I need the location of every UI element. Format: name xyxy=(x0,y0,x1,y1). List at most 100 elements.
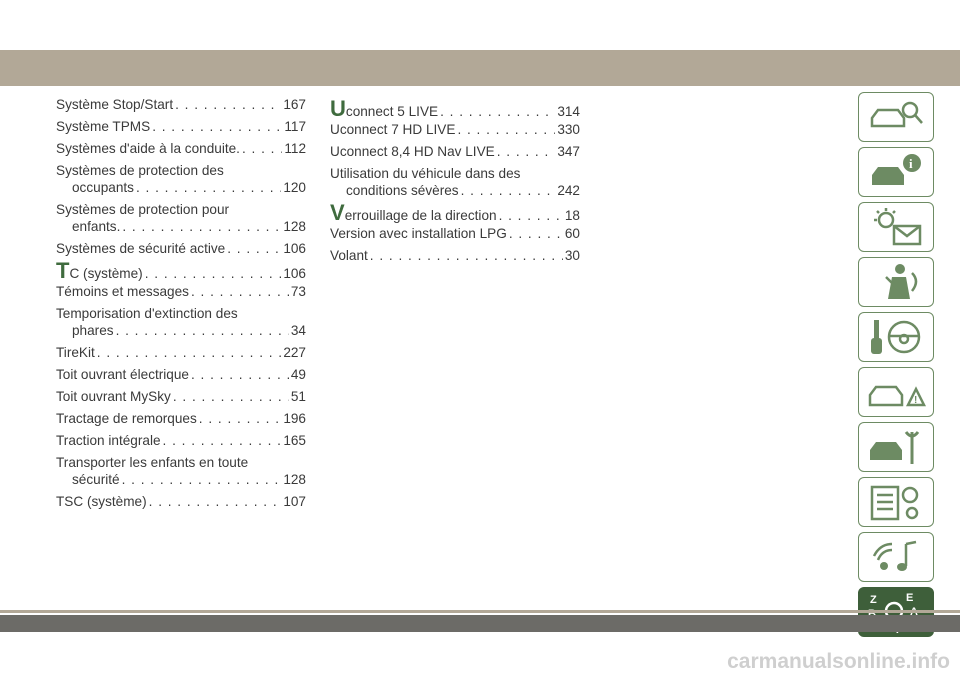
page-number: 117 xyxy=(284,119,306,134)
entry-text: Systèmes de sécurité active xyxy=(56,241,226,256)
entry-text: sécurité xyxy=(72,472,120,487)
page-number: 347 xyxy=(557,144,580,159)
tab-emergency[interactable]: ! xyxy=(858,367,934,417)
page-number: 18 xyxy=(564,208,580,223)
entry-title: Systèmes d'aide à la conduite. xyxy=(56,140,240,157)
index-entry: Traction intégrale 165 xyxy=(56,432,306,449)
dot-leader xyxy=(191,283,289,300)
entry-title-line: Systèmes de protection pour xyxy=(56,202,230,217)
footer-rule xyxy=(0,610,960,613)
entry-text: Toit ouvrant MySky xyxy=(56,389,171,404)
dot-leader xyxy=(191,366,289,383)
index-entry: Verrouillage de la direction 18 xyxy=(330,202,580,224)
entry-title: Toit ouvrant électrique xyxy=(56,366,189,383)
page-number: 165 xyxy=(283,433,306,448)
tab-technical-specifications[interactable] xyxy=(858,477,934,527)
entry-title: Systèmes de sécurité active xyxy=(56,240,225,257)
warning-light-message-icon xyxy=(874,208,922,246)
index-entry: Uconnect 7 HD LIVE 330 xyxy=(330,121,580,138)
index-entry: Systèmes de sécurité active 106 xyxy=(56,240,306,257)
entry-text: occupants xyxy=(72,180,134,195)
entry-continuation: phares 34 xyxy=(56,322,306,339)
page-number: 34 xyxy=(290,323,306,338)
page-number: 314 xyxy=(557,104,580,119)
entry-title-line: Systèmes de protection des xyxy=(56,163,224,178)
entry-text: TireKit xyxy=(56,345,95,360)
entry-title: Volant xyxy=(330,247,368,264)
dot-leader xyxy=(173,388,289,405)
index-entry: Toit ouvrant MySky 51 xyxy=(56,388,306,405)
page-number: 106 xyxy=(283,266,306,281)
svg-text:!: ! xyxy=(914,395,917,406)
entry-text: Systèmes d'aide à la conduite. xyxy=(56,141,240,156)
dot-leader xyxy=(116,322,289,339)
tab-warning-lights[interactable] xyxy=(858,202,934,252)
car-maintenance-icon xyxy=(870,431,920,464)
header-band xyxy=(0,50,960,86)
entry-text: conditions sévères xyxy=(346,183,459,198)
entry-text: Uconnect 7 HD LIVE xyxy=(330,122,456,137)
driver-airbag-icon xyxy=(885,264,918,299)
entry-text: enfants. xyxy=(72,219,121,234)
section-letter: V xyxy=(330,200,345,225)
dot-leader xyxy=(242,140,282,157)
footer-band xyxy=(0,615,960,632)
tab-servicing-maintenance[interactable] xyxy=(858,422,934,472)
tab-starting-driving[interactable] xyxy=(858,312,934,362)
index-entry: Temporisation d'extinction des phares 34 xyxy=(56,305,306,339)
entry-text: errouillage de la direction xyxy=(344,208,497,223)
tab-dashboard-info[interactable]: i xyxy=(858,147,934,197)
page-number: 60 xyxy=(564,226,580,241)
watermark: carmanualsonline.info xyxy=(727,650,950,673)
dot-leader xyxy=(122,471,282,488)
dot-leader xyxy=(136,179,281,196)
dot-leader xyxy=(457,121,555,138)
index-entry: Uconnect 8,4 HD Nav LIVE 347 xyxy=(330,143,580,160)
index-entry: TireKit 227 xyxy=(56,344,306,361)
specifications-icon xyxy=(870,485,919,521)
dot-leader xyxy=(499,207,563,224)
section-letter: U xyxy=(330,96,346,121)
entry-continuation: conditions sévères 242 xyxy=(330,182,580,199)
entry-text: Version avec installation LPG xyxy=(330,226,507,241)
entry-title: Système TPMS xyxy=(56,118,150,135)
entry-text: Toit ouvrant électrique xyxy=(56,367,189,382)
dot-leader xyxy=(149,493,282,510)
entry-text: Système TPMS xyxy=(56,119,151,134)
entry-title: Version avec installation LPG xyxy=(330,225,507,242)
page-number: 120 xyxy=(283,180,306,195)
entry-title: Verrouillage de la direction xyxy=(330,202,497,224)
dot-leader xyxy=(440,103,555,120)
entry-title: Tractage de remorques xyxy=(56,410,197,427)
index-entry: TC (système) 106 xyxy=(56,260,306,282)
page-number: 30 xyxy=(564,248,580,263)
tab-safety[interactable] xyxy=(858,257,934,307)
dot-leader xyxy=(227,240,281,257)
page-number: 112 xyxy=(284,141,306,156)
index-entry: TSC (système) 107 xyxy=(56,493,306,510)
entry-text: C (système) xyxy=(69,266,143,281)
multimedia-icon xyxy=(872,540,917,571)
entry-text: Uconnect 8,4 HD Nav LIVE xyxy=(330,144,495,159)
page-number: 242 xyxy=(557,183,580,198)
entry-title: Uconnect 7 HD LIVE xyxy=(330,121,455,138)
entry-title-line: Temporisation d'extinction des xyxy=(56,306,238,321)
dot-leader xyxy=(152,118,282,135)
entry-text: Tractage de remorques xyxy=(56,411,197,426)
entry-title: sécurité xyxy=(72,471,120,488)
entry-title: Traction intégrale xyxy=(56,432,161,449)
entry-title: Témoins et messages xyxy=(56,283,189,300)
chapter-tabs: i ! Z E B xyxy=(858,92,936,642)
tab-vehicle-knowledge[interactable] xyxy=(858,92,934,142)
tab-multimedia[interactable] xyxy=(858,532,934,582)
page-number: 128 xyxy=(283,219,306,234)
page-number: 227 xyxy=(283,345,306,360)
index-letter: E xyxy=(906,592,913,604)
entry-text: TSC (système) xyxy=(56,494,147,509)
dot-leader xyxy=(509,225,563,242)
dot-leader xyxy=(199,410,282,427)
entry-title: TireKit xyxy=(56,344,95,361)
entry-title: Système Stop/Start xyxy=(56,96,173,113)
page-number: 107 xyxy=(283,494,306,509)
car-info-icon: i xyxy=(872,154,921,185)
